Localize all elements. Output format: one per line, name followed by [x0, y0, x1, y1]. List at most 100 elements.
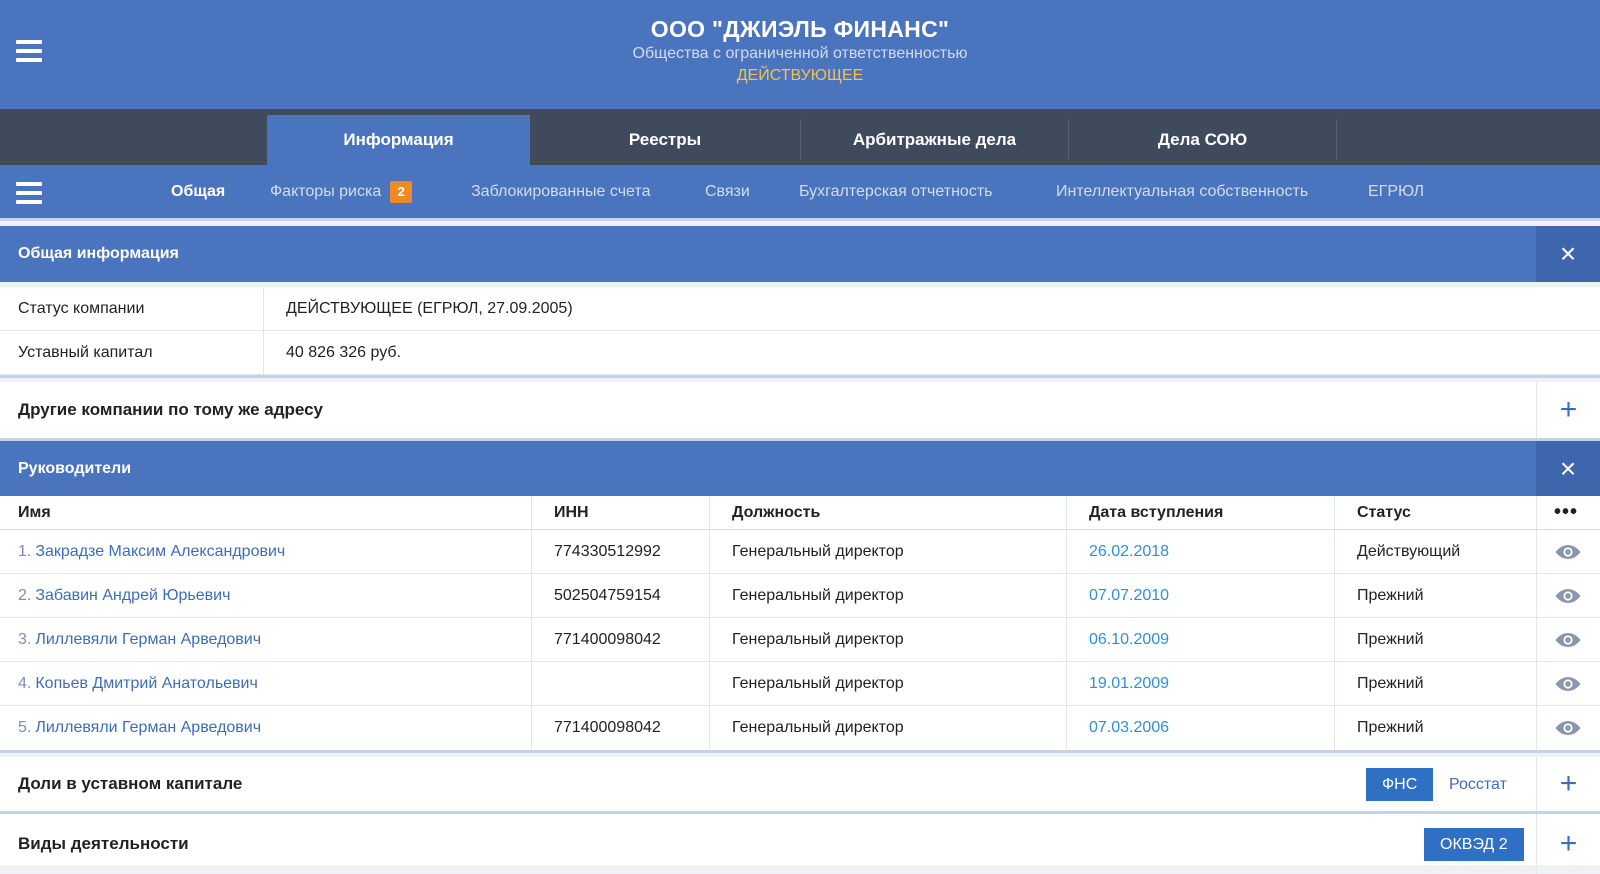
divider	[531, 574, 532, 617]
company-status: ДЕЙСТВУЮЩЕЕ	[736, 67, 864, 84]
manager-name-link[interactable]: Лиллевяли Герман Арведович	[35, 631, 261, 649]
tab-registries[interactable]: Реестры	[530, 115, 800, 165]
status-cell: Действующий	[1357, 542, 1461, 560]
divider	[709, 496, 710, 529]
subnav-intellectual-property[interactable]: Интеллектуальная собственность	[1056, 165, 1308, 218]
close-icon[interactable]: ×	[1536, 441, 1600, 497]
expand-plus-icon[interactable]: +	[1536, 757, 1600, 811]
submenu-icon[interactable]	[16, 182, 42, 204]
divider	[709, 662, 710, 705]
status-cell: Прежний	[1357, 630, 1424, 648]
main-tabs: Информация Реестры Арбитражные дела Дела…	[0, 109, 1600, 165]
position-cell: Генеральный директор	[732, 542, 904, 560]
row-number: 1.	[18, 542, 32, 560]
divider	[709, 530, 710, 573]
table-row: 1. Закрадзе Максим Александрович 7743305…	[0, 530, 1600, 574]
column-header-inn[interactable]: ИНН	[554, 496, 589, 529]
column-header-position[interactable]: Должность	[732, 496, 820, 529]
column-header-date[interactable]: Дата вступления	[1089, 496, 1223, 529]
inn-cell: 771400098042	[554, 719, 661, 736]
table-row: 5. Лиллевяли Герман Арведович 7714000980…	[0, 706, 1600, 750]
subnav-blocked-accounts[interactable]: Заблокированные счета	[471, 165, 650, 218]
company-title: ООО "ДЖИЭЛЬ ФИНАНС"	[650, 16, 950, 42]
inn-cell: 771400098042	[554, 630, 661, 648]
inn-cell: 502504759154	[554, 586, 661, 604]
company-header: ООО "ДЖИЭЛЬ ФИНАНС" Общества с ограничен…	[0, 0, 1600, 109]
divider	[531, 662, 532, 705]
divider	[1536, 706, 1537, 750]
table-row: 4. Копьев Дмитрий Анатольевич Генеральны…	[0, 662, 1600, 706]
eye-icon[interactable]	[1554, 618, 1582, 661]
manager-name-cell: 3. Лиллевяли Герман Арведович	[18, 618, 261, 661]
eye-icon[interactable]	[1554, 706, 1582, 750]
divider	[531, 530, 532, 573]
table-header-row: Имя ИНН Должность Дата вступления Статус…	[0, 496, 1600, 530]
info-key: Уставный капитал	[18, 344, 153, 361]
sub-navigation: Общая Факторы риска 2 Заблокированные сч…	[0, 165, 1600, 221]
date-cell: 07.07.2010	[1089, 586, 1170, 604]
expand-plus-icon[interactable]: +	[1536, 814, 1600, 874]
column-header-status[interactable]: Статус	[1357, 496, 1411, 529]
eye-icon[interactable]	[1554, 662, 1582, 705]
divider	[1334, 574, 1335, 617]
position-cell: Генеральный директор	[732, 630, 904, 648]
manager-name-link[interactable]: Закрадзе Максим Александрович	[35, 543, 285, 561]
tab-arbitration[interactable]: Арбитражные дела	[801, 115, 1068, 165]
divider	[1066, 496, 1067, 529]
expand-plus-icon[interactable]: +	[1536, 382, 1600, 438]
status-cell: Прежний	[1357, 719, 1424, 736]
table-row: 2. Забавин Андрей Юрьевич 502504759154 Г…	[0, 574, 1600, 618]
subnav-accounting[interactable]: Бухгалтерская отчетность	[799, 165, 992, 218]
subnav-connections[interactable]: Связи	[705, 165, 750, 218]
eye-icon[interactable]	[1554, 530, 1582, 573]
table-row: 3. Лиллевяли Герман Арведович 7714000980…	[0, 618, 1600, 662]
company-type: Общества с ограниченной ответственностью	[632, 45, 968, 62]
more-options-icon[interactable]: •••	[1554, 496, 1578, 529]
column-header-name[interactable]: Имя	[18, 496, 51, 529]
same-address-section[interactable]: Другие компании по тому же адресу +	[0, 382, 1600, 441]
divider	[1066, 574, 1067, 617]
divider	[1066, 530, 1067, 573]
divider	[1066, 706, 1067, 750]
manager-name-link[interactable]: Копьев Дмитрий Анатольевич	[35, 675, 257, 693]
manager-name-cell: 1. Закрадзе Максим Александрович	[18, 530, 285, 573]
okved-button[interactable]: ОКВЭД 2	[1424, 828, 1524, 861]
divider	[709, 706, 710, 750]
divider	[1334, 530, 1335, 573]
rosstat-button[interactable]: Росстат	[1433, 768, 1523, 801]
date-cell: 19.01.2009	[1089, 674, 1170, 692]
divider	[1066, 662, 1067, 705]
managers-table: Имя ИНН Должность Дата вступления Статус…	[0, 496, 1600, 753]
tab-divider	[1336, 119, 1337, 159]
divider	[531, 706, 532, 750]
tab-information[interactable]: Информация	[267, 115, 530, 165]
subnav-general[interactable]: Общая	[171, 165, 225, 218]
status-cell: Прежний	[1357, 674, 1424, 692]
subnav-egrul[interactable]: ЕГРЮЛ	[1368, 165, 1424, 218]
manager-name-link[interactable]: Забавин Андрей Юрьевич	[35, 587, 230, 605]
section-title: Руководители	[18, 460, 132, 477]
fns-button[interactable]: ФНС	[1366, 768, 1434, 801]
section-title: Другие компании по тому же адресу	[18, 400, 324, 419]
activities-section[interactable]: Виды деятельности ОКВЭД 2 +	[0, 814, 1600, 874]
shares-section[interactable]: Доли в уставном капитале ФНС Росстат +	[0, 757, 1600, 814]
row-number: 5.	[18, 719, 32, 736]
manager-name-cell: 2. Забавин Андрей Юрьевич	[18, 574, 230, 617]
date-cell: 07.03.2006	[1089, 719, 1170, 736]
risk-count-badge: 2	[390, 180, 413, 203]
subnav-risk-factors[interactable]: Факторы риска 2	[270, 165, 413, 218]
date-cell: 26.02.2018	[1089, 542, 1170, 560]
date-cell: 06.10.2009	[1089, 630, 1170, 648]
tab-general-courts[interactable]: Дела СОЮ	[1069, 115, 1336, 165]
row-number: 3.	[18, 630, 32, 648]
eye-icon[interactable]	[1554, 574, 1582, 617]
section-title: Общая информация	[18, 245, 179, 262]
status-cell: Прежний	[1357, 586, 1424, 604]
divider	[1334, 706, 1335, 750]
position-cell: Генеральный директор	[732, 719, 904, 736]
manager-name-link[interactable]: Лиллевяли Герман Арведович	[35, 719, 261, 737]
close-icon[interactable]: ×	[1536, 226, 1600, 282]
divider	[1536, 530, 1537, 573]
info-row: Статус компании ДЕЙСТВУЮЩЕЕ (ЕГРЮЛ, 27.0…	[0, 287, 1600, 331]
divider	[1334, 662, 1335, 705]
